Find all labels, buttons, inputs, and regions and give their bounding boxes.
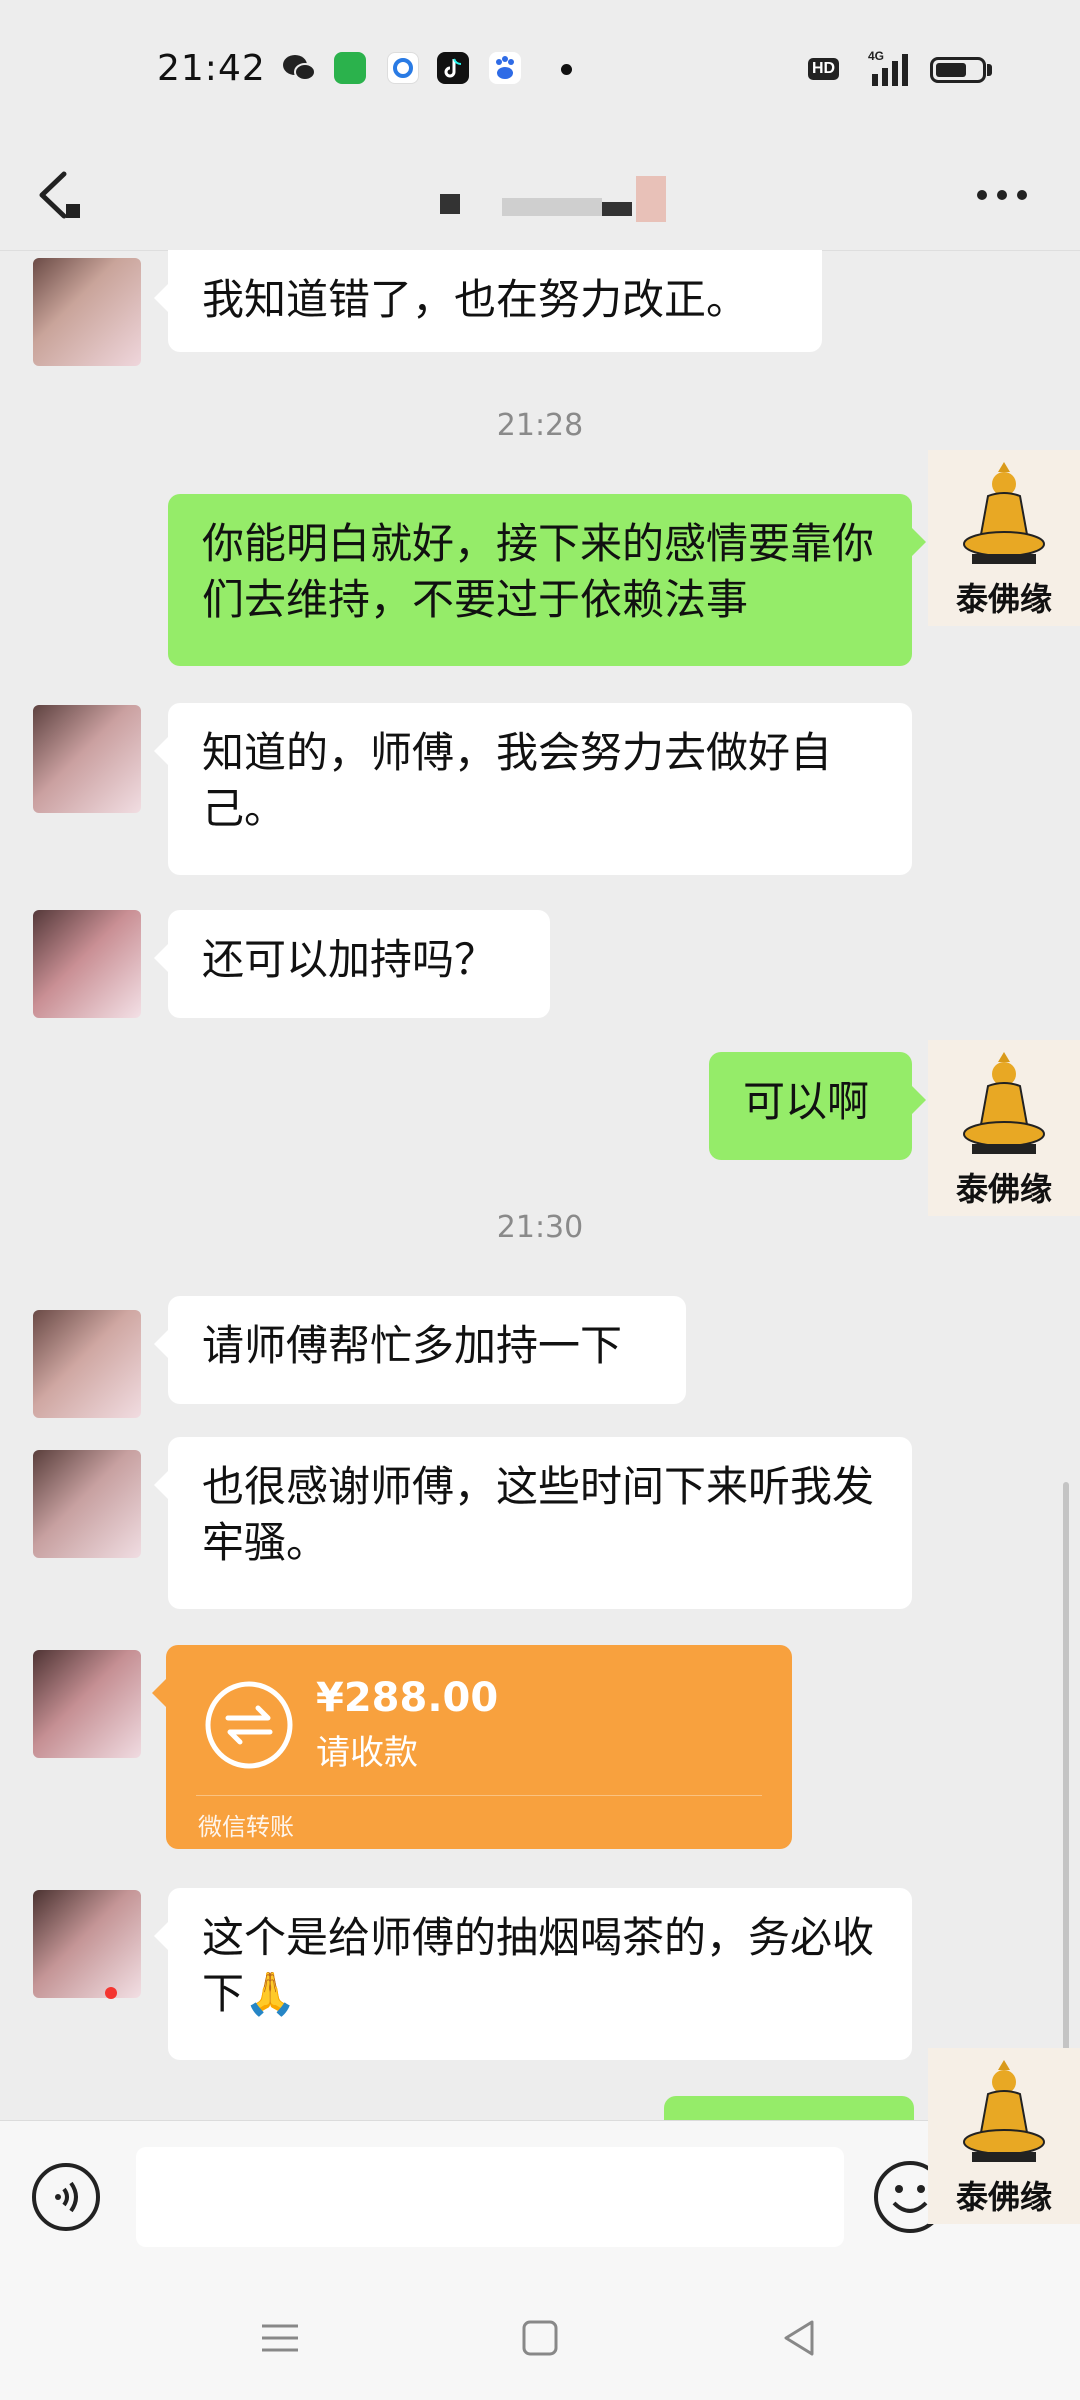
watermark-badge: 泰佛缘 <box>928 450 1080 626</box>
contact-avatar[interactable] <box>33 258 141 366</box>
message-bubble-incoming[interactable]: 请师傅帮忙多加持一下 <box>154 1296 686 1404</box>
battery-cap <box>987 64 992 76</box>
message-timestamp: 21:30 <box>496 1210 584 1245</box>
status-time: 21:42 <box>157 48 266 89</box>
hd-badge: HD <box>808 58 840 80</box>
message-bubble-incoming[interactable]: 也很感谢师傅，这些时间下来听我发牢骚。 <box>154 1437 912 1609</box>
input-bar <box>0 2120 1080 2277</box>
message-bubble-incoming[interactable]: 知道的，师傅，我会努力去做好自己。 <box>154 703 912 875</box>
buddha-icon <box>963 2060 1045 2162</box>
transfer-footer: 微信转账 <box>198 1813 294 1841</box>
more-button[interactable] <box>975 180 1035 210</box>
chat-header <box>0 140 1080 251</box>
message-bubble-incoming[interactable]: 还可以加持吗？ <box>154 910 550 1018</box>
home-icon[interactable] <box>518 2316 562 2360</box>
shopping-app-icon <box>334 52 366 84</box>
message-bubble-incoming[interactable]: 这个是给师傅的抽烟喝茶的，务必收下🙏 <box>154 1888 912 2060</box>
wechat-transfer-card[interactable]: ¥288.00 请收款 微信转账 <box>152 1645 792 1849</box>
baidu-app-icon <box>489 52 521 84</box>
contact-avatar[interactable] <box>33 1310 141 1418</box>
message-input[interactable] <box>136 2147 844 2247</box>
svg-text:4G: 4G <box>868 49 884 63</box>
ellipsis-icon <box>977 190 987 200</box>
message-bubble-outgoing-partial[interactable] <box>664 2096 914 2120</box>
watermark-badge: 泰佛缘 <box>928 2048 1080 2224</box>
buddha-icon <box>963 462 1045 564</box>
message-bubble-incoming[interactable]: 我知道错了，也在努力改正。 <box>154 250 822 352</box>
voice-icon <box>32 2163 100 2231</box>
divider <box>196 1795 762 1796</box>
system-navigation-bar <box>0 2276 1080 2400</box>
voice-button[interactable] <box>30 2161 102 2233</box>
contact-avatar[interactable] <box>33 910 141 1018</box>
contact-avatar[interactable] <box>33 1450 141 1558</box>
contact-name-blurred <box>440 176 670 222</box>
qq-browser-app-icon <box>387 52 419 84</box>
wechat-app-icon <box>282 52 316 84</box>
message-list[interactable]: 我知道错了，也在努力改正。 21:28 你能明白就好，接下来的感情要靠你们去维持… <box>0 250 1080 2120</box>
menu-icon[interactable] <box>258 2316 302 2360</box>
message-bubble-outgoing[interactable]: 你能明白就好，接下来的感情要靠你们去维持，不要过于依赖法事 <box>168 494 926 666</box>
back-triangle-icon[interactable] <box>778 2316 822 2360</box>
battery-icon <box>930 57 986 83</box>
transfer-note: 请收款 <box>316 1733 418 1773</box>
signal-icon: 4G <box>868 49 908 86</box>
status-bar: 21:42 HD 4G <box>0 0 1080 140</box>
contact-avatar[interactable] <box>33 1890 141 1998</box>
message-bubble-outgoing[interactable]: 可以啊 <box>709 1052 926 1160</box>
message-timestamp: 21:28 <box>496 408 584 443</box>
transfer-icon <box>205 1681 293 1769</box>
chevron-left-icon <box>39 171 80 219</box>
notification-dot <box>561 64 572 75</box>
transfer-amount: ¥288.00 <box>316 1675 499 1721</box>
douyin-app-icon <box>437 52 469 84</box>
unread-dot <box>105 1987 117 1999</box>
watermark-badge: 泰佛缘 <box>928 1040 1080 1216</box>
buddha-icon <box>963 1052 1045 1154</box>
scrollbar[interactable] <box>1063 1482 1069 2102</box>
back-button[interactable] <box>26 160 96 230</box>
contact-avatar[interactable] <box>33 1650 141 1758</box>
contact-avatar[interactable] <box>33 705 141 813</box>
